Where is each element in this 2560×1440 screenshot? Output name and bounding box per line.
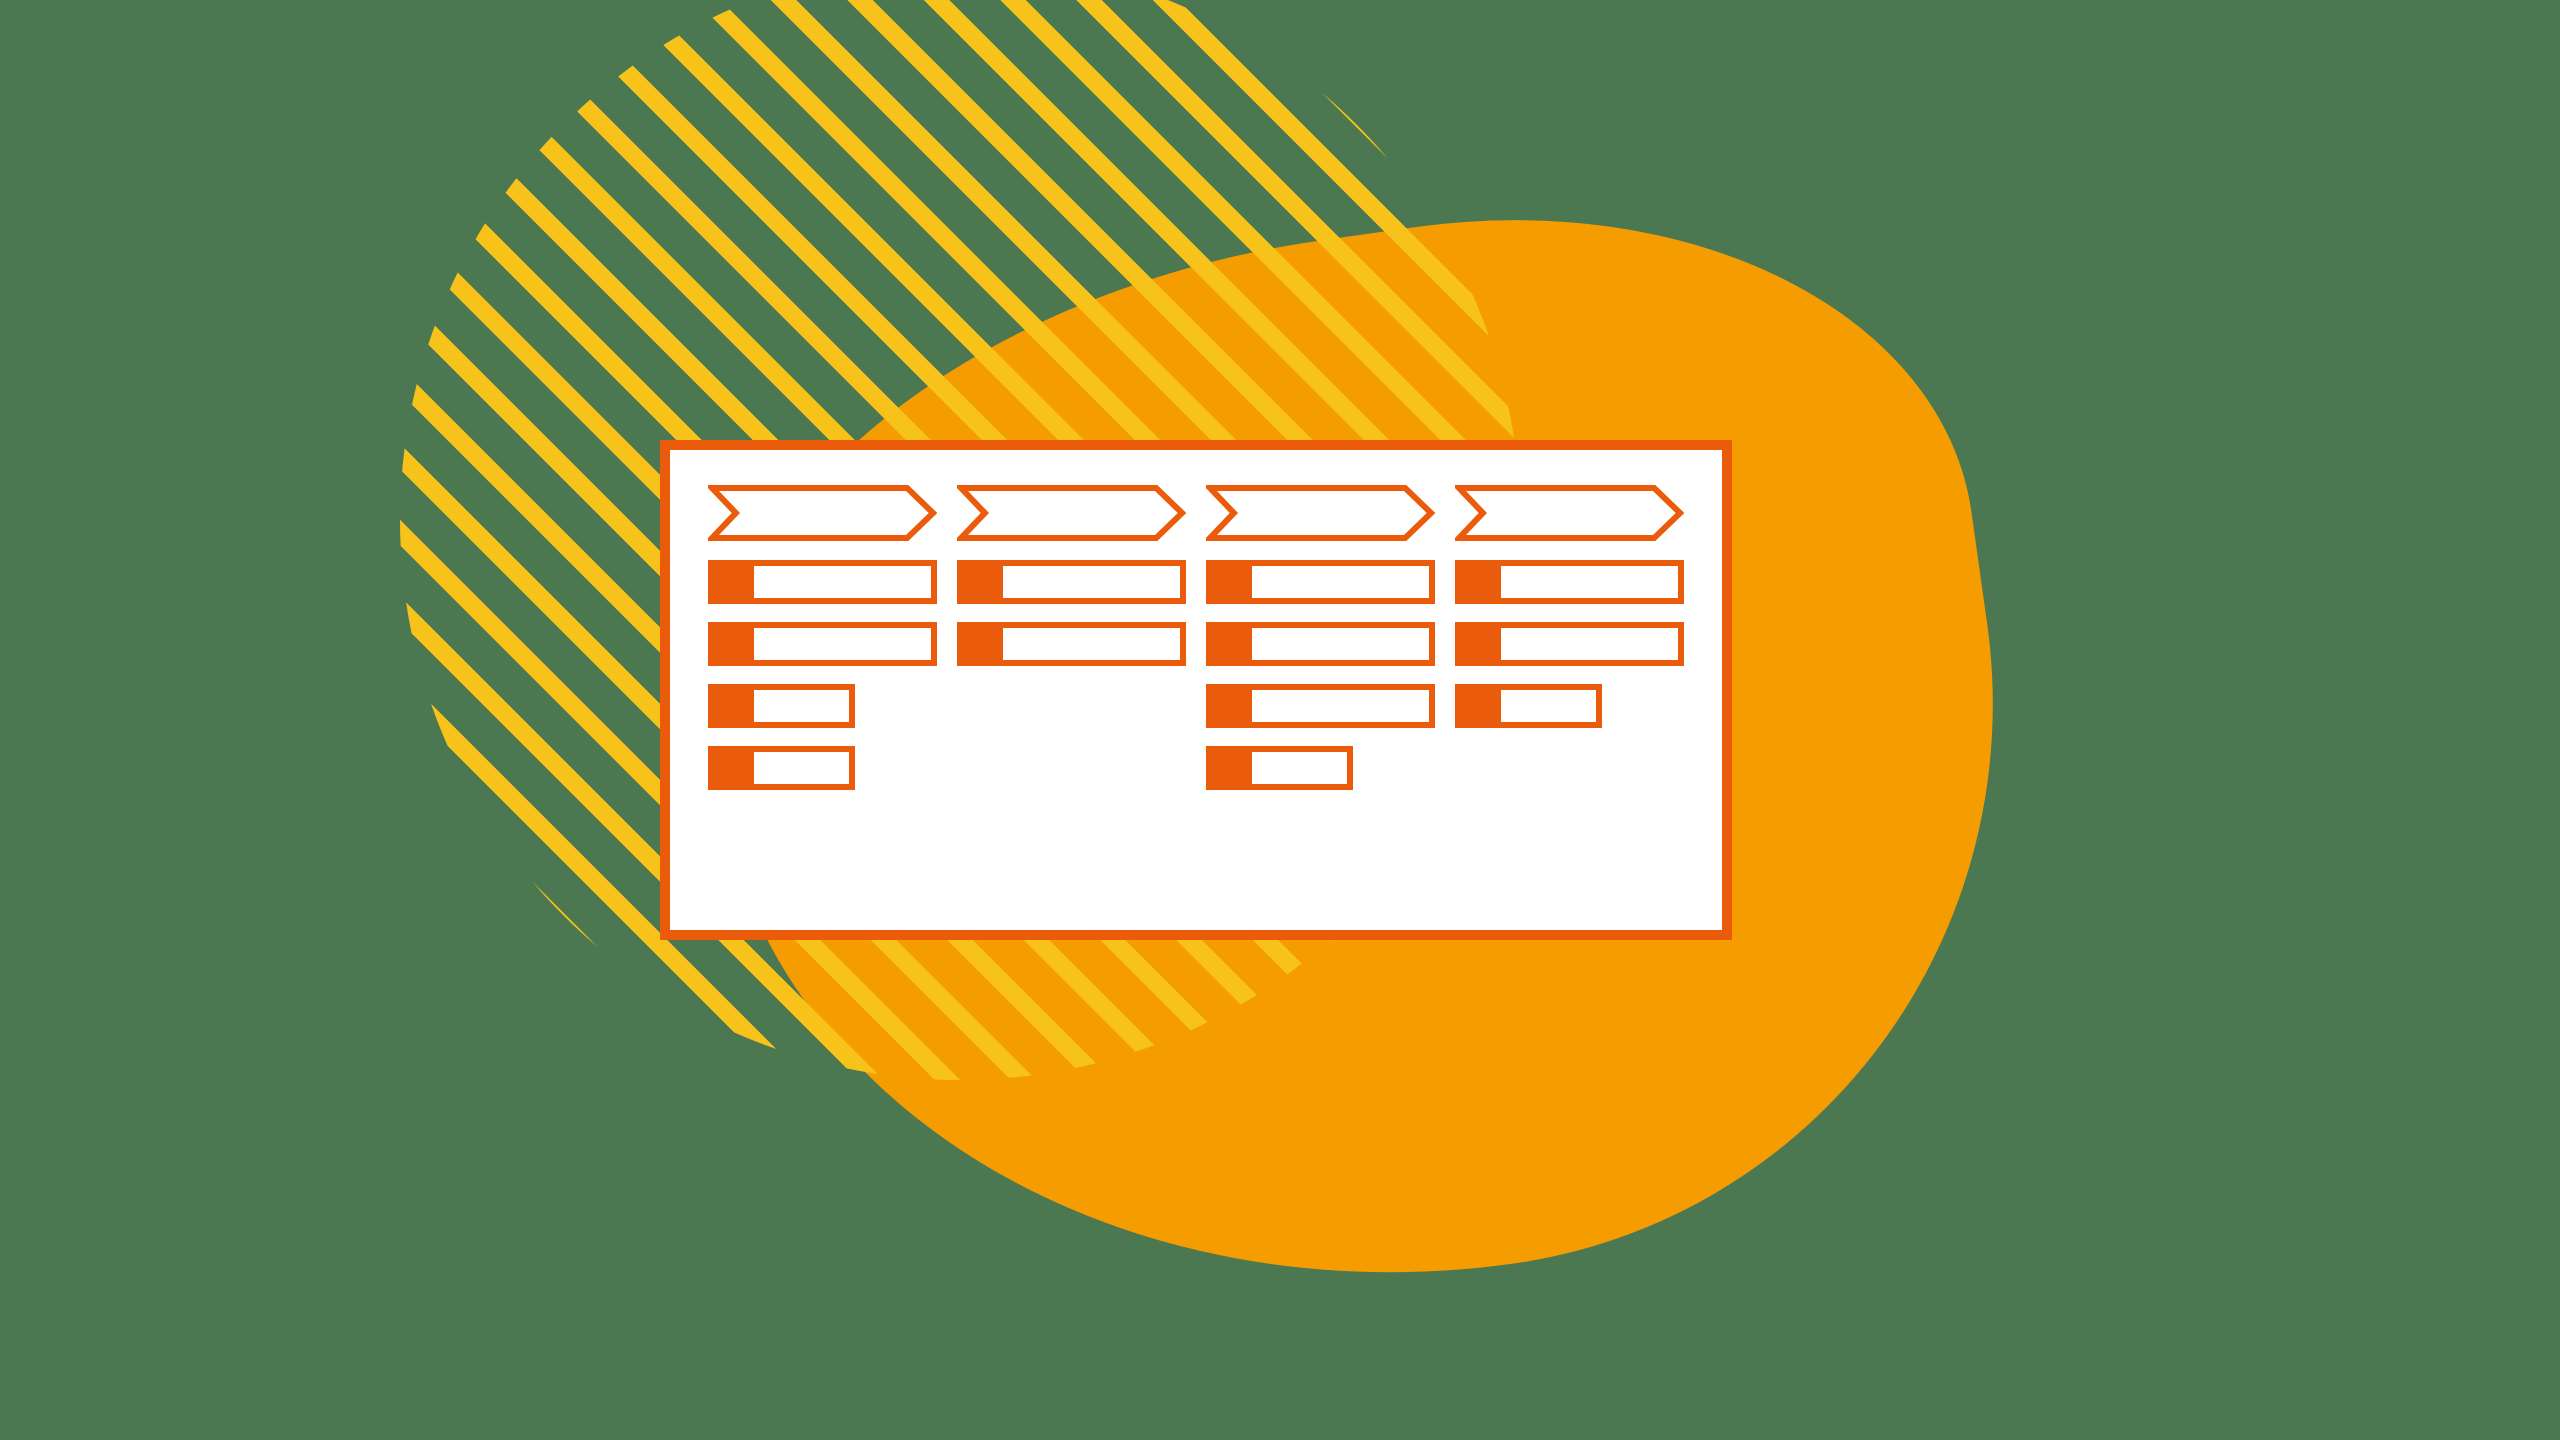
kanban-column <box>708 484 937 896</box>
kanban-card <box>1206 622 1435 666</box>
card-color-swatch <box>963 628 1003 660</box>
column-header-chevron-icon <box>708 484 937 542</box>
kanban-card <box>957 560 1186 604</box>
column-header-chevron-icon <box>1206 484 1435 542</box>
card-color-swatch <box>1461 628 1501 660</box>
kanban-card <box>708 560 937 604</box>
card-color-swatch <box>714 752 754 784</box>
illustration-stage <box>0 0 2560 1440</box>
kanban-column <box>957 484 1186 896</box>
kanban-card <box>1455 622 1684 666</box>
card-color-swatch <box>1212 752 1252 784</box>
card-color-swatch <box>1461 690 1501 722</box>
card-color-swatch <box>714 566 754 598</box>
kanban-card <box>1455 684 1602 728</box>
column-header-chevron-icon <box>957 484 1186 542</box>
kanban-column <box>1206 484 1435 896</box>
kanban-card <box>1206 560 1435 604</box>
kanban-columns <box>708 484 1684 896</box>
kanban-card <box>708 622 937 666</box>
kanban-card <box>1206 746 1353 790</box>
card-color-swatch <box>963 566 1003 598</box>
kanban-panel <box>660 440 1732 940</box>
card-color-swatch <box>714 690 754 722</box>
card-color-swatch <box>714 628 754 660</box>
card-color-swatch <box>1461 566 1501 598</box>
card-color-swatch <box>1212 628 1252 660</box>
card-color-swatch <box>1212 566 1252 598</box>
column-header-chevron-icon <box>1455 484 1684 542</box>
kanban-card <box>708 746 855 790</box>
kanban-card <box>1455 560 1684 604</box>
kanban-card <box>1206 684 1435 728</box>
kanban-card <box>708 684 855 728</box>
card-color-swatch <box>1212 690 1252 722</box>
kanban-card <box>957 622 1186 666</box>
kanban-column <box>1455 484 1684 896</box>
